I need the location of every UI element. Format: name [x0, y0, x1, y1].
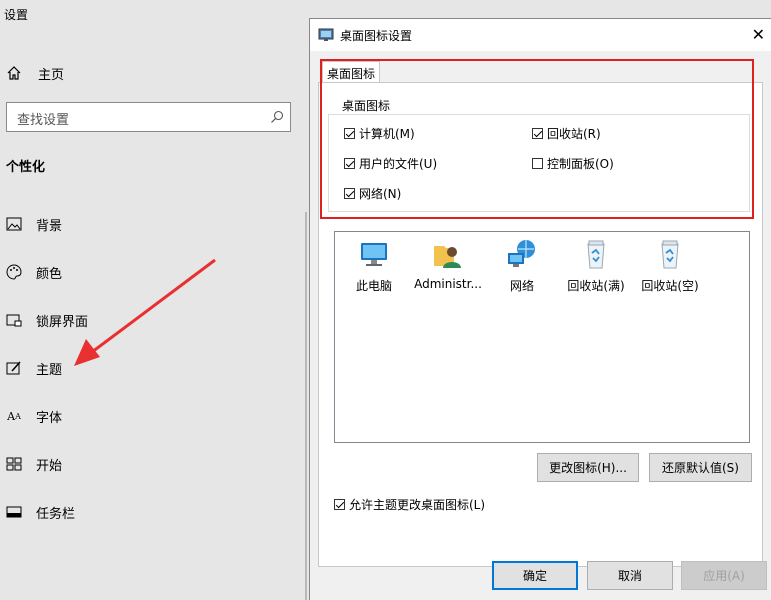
checkbox-checked-icon — [344, 158, 355, 169]
font-icon: AA — [7, 409, 21, 423]
close-icon[interactable]: ✕ — [752, 25, 765, 44]
nav-lockscreen-label: 锁屏界面 — [36, 314, 89, 330]
nav-fonts[interactable]: AA 字体 — [6, 405, 62, 427]
checkbox-allow-themes[interactable]: 允许主题更改桌面图标(L) — [334, 496, 485, 513]
nav-themes[interactable]: 主题 — [6, 357, 62, 379]
checkbox-checked-icon — [334, 499, 345, 510]
list-item[interactable]: 网络 — [487, 238, 557, 294]
nav-home[interactable]: 主页 — [6, 62, 64, 84]
taskbar-icon — [6, 504, 22, 520]
icon-label: 回收站(空) — [641, 279, 699, 293]
nav-background[interactable]: 背景 — [6, 213, 62, 235]
nav-taskbar[interactable]: 任务栏 — [6, 501, 75, 523]
checkbox-computer[interactable]: 计算机(M) — [344, 125, 415, 142]
icon-label: 网络 — [509, 279, 534, 293]
search-icon — [271, 110, 284, 123]
checkbox-checked-icon — [532, 128, 543, 139]
checkbox-control-panel[interactable]: 控制面板(O) — [532, 155, 614, 172]
restore-default-button[interactable]: 还原默认值(S) — [649, 453, 752, 482]
nav-start[interactable]: 开始 — [6, 453, 62, 475]
nav-themes-label: 主题 — [36, 362, 63, 378]
nav-fonts-label: 字体 — [36, 410, 63, 426]
checkbox-recycle-bin-label: 回收站(R) — [547, 127, 601, 141]
checkbox-user-files[interactable]: 用户的文件(U) — [344, 155, 437, 172]
start-grid-icon — [6, 456, 22, 472]
computer-icon — [361, 243, 387, 266]
checkbox-unchecked-icon — [532, 158, 543, 169]
checkbox-checked-icon — [344, 128, 355, 139]
list-item[interactable]: 此电脑 — [339, 238, 409, 294]
search-placeholder: 查找设置 — [17, 113, 70, 128]
apply-button[interactable]: 应用(A) — [681, 561, 767, 590]
nav-start-label: 开始 — [36, 458, 63, 474]
nav-colors-label: 颜色 — [36, 266, 63, 282]
dialog-title: 桌面图标设置 — [340, 29, 413, 43]
checkbox-network-label: 网络(N) — [359, 187, 402, 201]
tab-desktop-icons[interactable]: 桌面图标 — [322, 61, 380, 83]
home-icon — [7, 66, 21, 80]
nav-background-label: 背景 — [36, 218, 63, 234]
nav-colors[interactable]: 颜色 — [6, 261, 62, 283]
checkbox-allow-themes-label: 允许主题更改桌面图标(L) — [349, 498, 486, 512]
desktop-icon-settings-dialog: 桌面图标设置 ✕ 桌面图标 桌面图标 计算机(M) 回收站(R) 用户的文件(U… — [309, 18, 771, 600]
search-input[interactable]: 查找设置 — [6, 102, 291, 132]
change-icon-button[interactable]: 更改图标(H)... — [537, 453, 639, 482]
list-item[interactable]: 回收站(满) — [561, 238, 631, 294]
theme-brush-icon — [6, 360, 22, 376]
list-item[interactable]: 回收站(空) — [635, 238, 705, 294]
ok-button[interactable]: 确定 — [492, 561, 578, 590]
settings-window: 设置 主页 查找设置 个性化 背景 颜色 锁屏界面 主题 A A 字体 开始 任… — [0, 0, 308, 600]
desktop-icon-list[interactable]: 此电脑 Administr... 网络 回收站(满) 回收站(空) — [334, 231, 750, 443]
nav-taskbar-label: 任务栏 — [36, 506, 76, 522]
icon-label: 此电脑 — [355, 279, 392, 293]
checkbox-recycle-bin[interactable]: 回收站(R) — [532, 125, 601, 142]
checkbox-computer-label: 计算机(M) — [359, 127, 415, 141]
recycle-bin-empty-icon — [661, 240, 679, 269]
settings-scrollbar[interactable] — [305, 212, 307, 600]
user-folder-icon — [434, 246, 461, 268]
nav-lockscreen[interactable]: 锁屏界面 — [6, 309, 88, 331]
network-icon — [508, 240, 535, 267]
section-title: 个性化 — [6, 160, 46, 175]
icon-label: Administr... — [414, 277, 482, 291]
nav-home-label: 主页 — [38, 67, 65, 83]
picture-icon — [6, 216, 22, 232]
checkbox-control-panel-label: 控制面板(O) — [547, 157, 614, 171]
palette-icon — [6, 264, 22, 280]
list-item[interactable]: Administr... — [413, 238, 483, 291]
icon-label: 回收站(满) — [567, 279, 625, 293]
dialog-titlebar[interactable]: 桌面图标设置 ✕ — [310, 19, 771, 51]
desktop-settings-icon — [318, 28, 334, 41]
settings-title: 设置 — [4, 8, 29, 22]
recycle-bin-full-icon — [587, 240, 605, 269]
cancel-button[interactable]: 取消 — [587, 561, 673, 590]
checkbox-user-files-label: 用户的文件(U) — [359, 157, 438, 171]
lock-screen-icon — [6, 312, 22, 328]
checkbox-checked-icon — [344, 188, 355, 199]
groupbox-label: 桌面图标 — [338, 97, 395, 114]
checkbox-network[interactable]: 网络(N) — [344, 185, 401, 202]
